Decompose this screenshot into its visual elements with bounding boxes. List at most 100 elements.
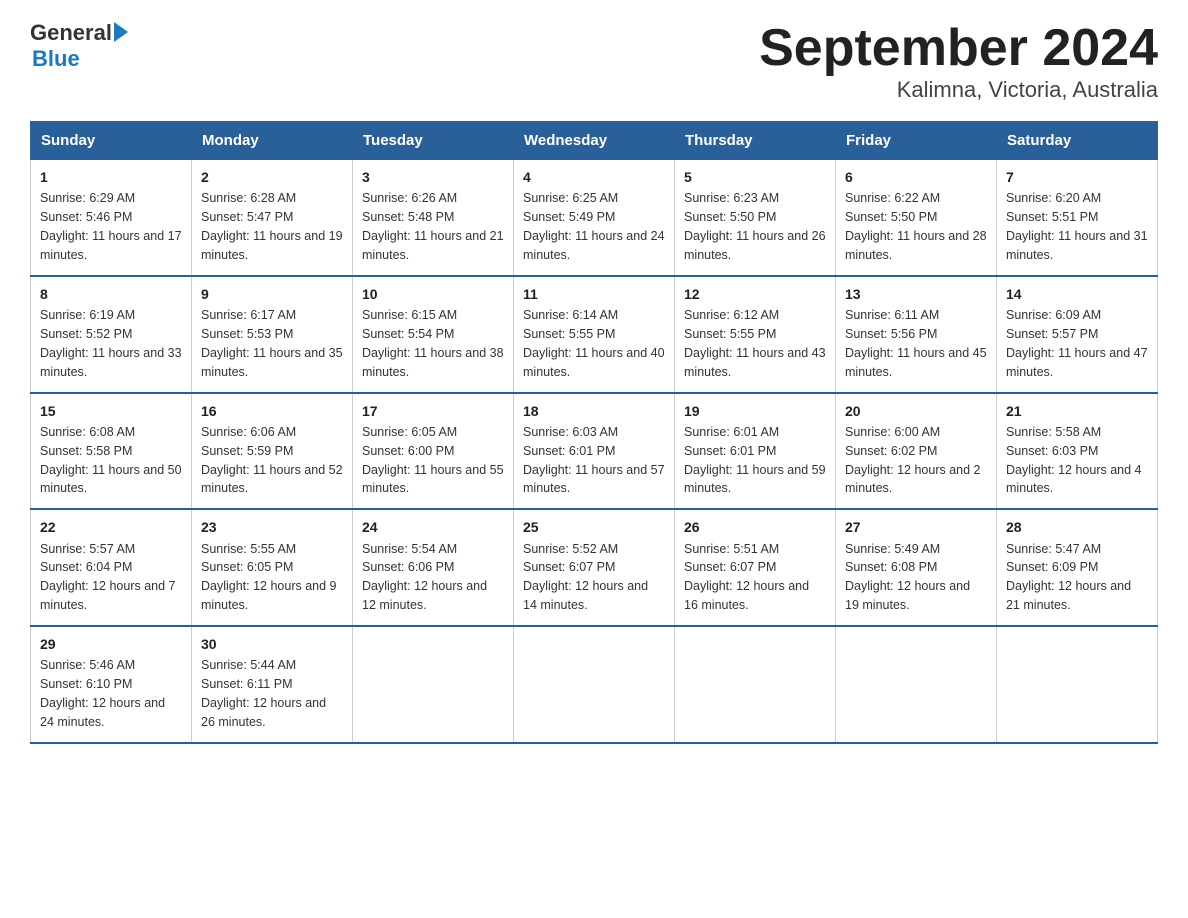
- table-row: 25Sunrise: 5:52 AMSunset: 6:07 PMDayligh…: [514, 509, 675, 626]
- day-number: 30: [201, 634, 343, 654]
- day-number: 13: [845, 284, 987, 304]
- day-info: Sunrise: 6:22 AMSunset: 5:50 PMDaylight:…: [845, 191, 987, 262]
- day-number: 21: [1006, 401, 1148, 421]
- page-header: General Blue September 2024 Kalimna, Vic…: [30, 20, 1158, 103]
- calendar-title: September 2024: [759, 20, 1158, 77]
- day-number: 14: [1006, 284, 1148, 304]
- table-row: 6 Sunrise: 6:22 AMSunset: 5:50 PMDaylight…: [836, 160, 997, 276]
- day-info: Sunrise: 6:06 AMSunset: 5:59 PMDaylight:…: [201, 425, 343, 496]
- day-info: Sunrise: 6:25 AMSunset: 5:49 PMDaylight:…: [523, 191, 665, 262]
- col-monday: Monday: [192, 122, 353, 160]
- day-info: Sunrise: 5:46 AMSunset: 6:10 PMDaylight:…: [40, 658, 165, 729]
- table-row: 17 Sunrise: 6:05 AMSunset: 6:00 PMDayligh…: [353, 393, 514, 510]
- table-row: 2Sunrise: 6:28 AMSunset: 5:47 PMDaylight…: [192, 160, 353, 276]
- table-row: 18 Sunrise: 6:03 AMSunset: 6:01 PMDayligh…: [514, 393, 675, 510]
- day-info: Sunrise: 5:57 AMSunset: 6:04 PMDaylight:…: [40, 542, 176, 613]
- table-row: 22Sunrise: 5:57 AMSunset: 6:04 PMDayligh…: [31, 509, 192, 626]
- table-row: 12 Sunrise: 6:12 AMSunset: 5:55 PMDayligh…: [675, 276, 836, 393]
- day-number: 20: [845, 401, 987, 421]
- table-row: [997, 626, 1158, 743]
- day-info: Sunrise: 6:23 AMSunset: 5:50 PMDaylight:…: [684, 191, 826, 262]
- day-number: 18: [523, 401, 665, 421]
- table-row: 27 Sunrise: 5:49 AMSunset: 6:08 PMDayligh…: [836, 509, 997, 626]
- day-info: Sunrise: 6:20 AMSunset: 5:51 PMDaylight:…: [1006, 191, 1148, 262]
- day-info: Sunrise: 6:19 AMSunset: 5:52 PMDaylight:…: [40, 308, 182, 379]
- day-info: Sunrise: 6:03 AMSunset: 6:01 PMDaylight:…: [523, 425, 665, 496]
- table-row: 5Sunrise: 6:23 AMSunset: 5:50 PMDaylight…: [675, 160, 836, 276]
- table-row: 29 Sunrise: 5:46 AMSunset: 6:10 PMDayligh…: [31, 626, 192, 743]
- table-row: 7 Sunrise: 6:20 AMSunset: 5:51 PMDaylight…: [997, 160, 1158, 276]
- day-info: Sunrise: 6:01 AMSunset: 6:01 PMDaylight:…: [684, 425, 826, 496]
- title-block: September 2024 Kalimna, Victoria, Austra…: [759, 20, 1158, 103]
- table-row: 23 Sunrise: 5:55 AMSunset: 6:05 PMDayligh…: [192, 509, 353, 626]
- day-number: 29: [40, 634, 182, 654]
- table-row: 4 Sunrise: 6:25 AMSunset: 5:49 PMDaylight…: [514, 160, 675, 276]
- col-sunday: Sunday: [31, 122, 192, 160]
- table-row: 1 Sunrise: 6:29 AMSunset: 5:46 PMDaylight…: [31, 160, 192, 276]
- day-info: Sunrise: 5:58 AMSunset: 6:03 PMDaylight:…: [1006, 425, 1142, 496]
- col-wednesday: Wednesday: [514, 122, 675, 160]
- calendar-header-row: Sunday Monday Tuesday Wednesday Thursday…: [31, 122, 1158, 160]
- table-row: 16 Sunrise: 6:06 AMSunset: 5:59 PMDayligh…: [192, 393, 353, 510]
- table-row: 19 Sunrise: 6:01 AMSunset: 6:01 PMDayligh…: [675, 393, 836, 510]
- day-number: 6: [845, 167, 987, 187]
- day-info: Sunrise: 5:47 AMSunset: 6:09 PMDaylight:…: [1006, 542, 1131, 613]
- day-number: 28: [1006, 517, 1148, 537]
- table-row: 11Sunrise: 6:14 AMSunset: 5:55 PMDayligh…: [514, 276, 675, 393]
- table-row: 21 Sunrise: 5:58 AMSunset: 6:03 PMDayligh…: [997, 393, 1158, 510]
- day-info: Sunrise: 5:52 AMSunset: 6:07 PMDaylight:…: [523, 542, 648, 613]
- week-row-1: 1 Sunrise: 6:29 AMSunset: 5:46 PMDaylight…: [31, 160, 1158, 276]
- table-row: [675, 626, 836, 743]
- day-number: 16: [201, 401, 343, 421]
- table-row: 14 Sunrise: 6:09 AMSunset: 5:57 PMDayligh…: [997, 276, 1158, 393]
- day-number: 12: [684, 284, 826, 304]
- logo-line1: General: [30, 20, 128, 46]
- day-number: 4: [523, 167, 665, 187]
- day-number: 9: [201, 284, 343, 304]
- day-number: 26: [684, 517, 826, 537]
- day-info: Sunrise: 6:08 AMSunset: 5:58 PMDaylight:…: [40, 425, 182, 496]
- table-row: 28 Sunrise: 5:47 AMSunset: 6:09 PMDayligh…: [997, 509, 1158, 626]
- day-info: Sunrise: 6:12 AMSunset: 5:55 PMDaylight:…: [684, 308, 826, 379]
- table-row: [353, 626, 514, 743]
- logo-blue-text: Blue: [32, 46, 80, 72]
- calendar-table: Sunday Monday Tuesday Wednesday Thursday…: [30, 121, 1158, 743]
- day-number: 19: [684, 401, 826, 421]
- table-row: 10 Sunrise: 6:15 AMSunset: 5:54 PMDayligh…: [353, 276, 514, 393]
- day-info: Sunrise: 6:15 AMSunset: 5:54 PMDaylight:…: [362, 308, 504, 379]
- day-number: 11: [523, 284, 665, 304]
- table-row: 9 Sunrise: 6:17 AMSunset: 5:53 PMDaylight…: [192, 276, 353, 393]
- day-info: Sunrise: 6:29 AMSunset: 5:46 PMDaylight:…: [40, 191, 182, 262]
- table-row: 8 Sunrise: 6:19 AMSunset: 5:52 PMDaylight…: [31, 276, 192, 393]
- day-number: 17: [362, 401, 504, 421]
- day-number: 7: [1006, 167, 1148, 187]
- day-info: Sunrise: 5:55 AMSunset: 6:05 PMDaylight:…: [201, 542, 337, 613]
- day-info: Sunrise: 5:44 AMSunset: 6:11 PMDaylight:…: [201, 658, 326, 729]
- calendar-subtitle: Kalimna, Victoria, Australia: [759, 77, 1158, 103]
- day-number: 23: [201, 517, 343, 537]
- table-row: 20 Sunrise: 6:00 AMSunset: 6:02 PMDayligh…: [836, 393, 997, 510]
- day-info: Sunrise: 6:17 AMSunset: 5:53 PMDaylight:…: [201, 308, 343, 379]
- day-number: 15: [40, 401, 182, 421]
- week-row-4: 22Sunrise: 5:57 AMSunset: 6:04 PMDayligh…: [31, 509, 1158, 626]
- col-saturday: Saturday: [997, 122, 1158, 160]
- table-row: 3Sunrise: 6:26 AMSunset: 5:48 PMDaylight…: [353, 160, 514, 276]
- week-row-2: 8 Sunrise: 6:19 AMSunset: 5:52 PMDaylight…: [31, 276, 1158, 393]
- table-row: [514, 626, 675, 743]
- day-number: 1: [40, 167, 182, 187]
- day-number: 10: [362, 284, 504, 304]
- day-number: 8: [40, 284, 182, 304]
- day-info: Sunrise: 6:00 AMSunset: 6:02 PMDaylight:…: [845, 425, 981, 496]
- day-info: Sunrise: 5:49 AMSunset: 6:08 PMDaylight:…: [845, 542, 970, 613]
- logo-general-text: General: [30, 20, 112, 46]
- day-info: Sunrise: 6:09 AMSunset: 5:57 PMDaylight:…: [1006, 308, 1148, 379]
- logo-arrow-icon: [114, 22, 128, 42]
- table-row: 24Sunrise: 5:54 AMSunset: 6:06 PMDayligh…: [353, 509, 514, 626]
- day-number: 27: [845, 517, 987, 537]
- table-row: 13Sunrise: 6:11 AMSunset: 5:56 PMDayligh…: [836, 276, 997, 393]
- week-row-5: 29 Sunrise: 5:46 AMSunset: 6:10 PMDayligh…: [31, 626, 1158, 743]
- day-info: Sunrise: 6:05 AMSunset: 6:00 PMDaylight:…: [362, 425, 504, 496]
- table-row: 15 Sunrise: 6:08 AMSunset: 5:58 PMDayligh…: [31, 393, 192, 510]
- col-thursday: Thursday: [675, 122, 836, 160]
- logo: General Blue: [30, 20, 128, 72]
